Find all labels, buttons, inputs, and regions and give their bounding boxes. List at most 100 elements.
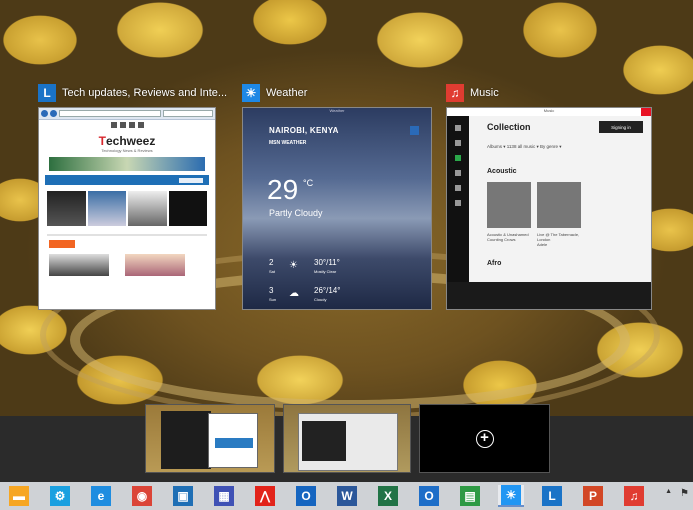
photo-app-icon: ▣ [173, 486, 193, 506]
chrome-icon: ◉ [132, 486, 152, 506]
browser-toolbar [39, 108, 215, 120]
search-icon [410, 126, 419, 135]
weather-city: NAIROBI, KENYA [269, 126, 339, 135]
window-title: Music [470, 87, 499, 99]
music-player-bar [447, 282, 651, 309]
taskbar-item-store[interactable]: ▤ [457, 485, 483, 507]
app-titlebar: Weather [329, 108, 345, 113]
collection-icon [455, 155, 461, 161]
window-title: Tech updates, Reviews and Inte... [62, 87, 228, 99]
show-hidden-icons-chevron-icon[interactable]: ▲ [665, 488, 672, 499]
browser-pin-icon: L [38, 84, 56, 102]
app-titlebar: Music [447, 108, 651, 116]
site-nav-bar [45, 175, 209, 185]
desktop-window-preview [161, 411, 211, 469]
outlook-icon: O [296, 486, 316, 506]
taskbar-item-word[interactable]: W [334, 485, 360, 507]
taskbar-item-internet-explorer[interactable]: e [88, 485, 114, 507]
task-view-window-browser[interactable]: L Tech updates, Reviews and Inte... Tech… [38, 82, 227, 310]
weather-temperature: 29 [267, 174, 299, 205]
window-thumbnail[interactable]: Weather NAIROBI, KENYA MSN WEATHER 29 °C… [242, 107, 432, 310]
taskbar-item-browser-pin[interactable]: L [539, 485, 565, 507]
desktop-thumbnail-2[interactable] [283, 404, 411, 473]
album-caption: Acoustic & Unashamed Counting Crows [487, 232, 529, 242]
collection-heading: Collection [487, 122, 531, 132]
article-tile [168, 191, 207, 226]
taskbar-item-chrome[interactable]: ◉ [129, 485, 155, 507]
back-icon [41, 110, 48, 117]
music-filters: Albums ▾ 1138 all music ▾ By genre ▾ [487, 144, 562, 149]
radio-icon [455, 170, 461, 176]
facebook-icon [119, 122, 126, 128]
taskbar-item-calculator[interactable]: ▦ [211, 485, 237, 507]
taskbar-item-excel[interactable]: X [375, 485, 401, 507]
file-explorer-icon: ▬ [9, 486, 29, 506]
article-tile [47, 191, 86, 226]
task-view-window-music[interactable]: ♫ Music Music Collection Signing in Albu… [446, 82, 654, 310]
album-caption: Live @ The Tabernacle, London Adele [537, 232, 580, 247]
taskbar: ▬ ⚙ e ◉ ▣ ▦ ⋀ O W X O ▤ ☀ L P ♫ ▲ ⚑ [0, 482, 693, 510]
desktop-window-preview [208, 413, 258, 468]
headphones-icon: ♫ [446, 84, 464, 102]
twitter-icon [110, 122, 117, 128]
weather-icon: ☀ [501, 485, 521, 505]
site-article-tiles [47, 191, 207, 226]
album-tile [537, 182, 581, 228]
add-desktop-button[interactable]: + [419, 404, 550, 473]
system-tray: ▲ ⚑ [665, 488, 689, 499]
section-label [49, 240, 75, 248]
site-bottom-tiles [49, 254, 205, 276]
taskbar-item-weather[interactable]: ☀ [498, 485, 524, 507]
address-bar [59, 110, 161, 117]
social-icons [39, 120, 215, 130]
window-header: ☀ Weather [242, 82, 307, 104]
genre-heading: Afro [487, 260, 502, 267]
taskbar-item-powerpoint[interactable]: P [580, 485, 606, 507]
settings-gear-icon: ⚙ [50, 486, 70, 506]
window-title: Weather [266, 87, 308, 99]
album-tile [487, 182, 531, 228]
desktop-thumbnail-1[interactable] [145, 404, 275, 473]
search-icon [455, 140, 461, 146]
calculator-icon: ▦ [214, 486, 234, 506]
taskbar-item-outlook[interactable]: O [293, 485, 319, 507]
menu-icon [455, 125, 461, 131]
article-tile [87, 191, 126, 226]
article-tile [125, 254, 185, 276]
browser-pin-icon: L [542, 486, 562, 506]
weather-sun-icon: ☀ [242, 84, 260, 102]
taskbar-item-pdf-reader[interactable]: ⋀ [252, 485, 278, 507]
now-playing-icon [455, 200, 461, 206]
genre-heading: Acoustic [487, 168, 517, 175]
divider [47, 234, 207, 236]
music-headphones-icon: ♫ [624, 486, 644, 506]
sun-icon: ☀ [289, 260, 298, 271]
outlook-2-icon: O [419, 486, 439, 506]
taskbar-item-music-headphones[interactable]: ♫ [621, 485, 647, 507]
browser-tab [163, 110, 213, 117]
weather-unit: °C [303, 178, 314, 188]
internet-explorer-icon: e [91, 486, 111, 506]
site-search-box [179, 177, 203, 183]
window-header: ♫ Music [446, 82, 499, 104]
sign-in-button: Signing in [599, 121, 643, 133]
taskbar-item-outlook-2[interactable]: O [416, 485, 442, 507]
taskbar-item-settings-gear[interactable]: ⚙ [47, 485, 73, 507]
action-center-flag-icon[interactable]: ⚑ [680, 488, 689, 499]
article-tile [49, 254, 109, 276]
add-icon: + [475, 429, 494, 448]
window-thumbnail[interactable]: Techweez Technology News & Reviews [38, 107, 216, 310]
weather-source: MSN WEATHER [269, 140, 307, 146]
pdf-reader-icon: ⋀ [255, 486, 275, 506]
word-icon: W [337, 486, 357, 506]
music-sidebar [447, 116, 469, 284]
task-view-window-weather[interactable]: ☀ Weather Weather NAIROBI, KENYA MSN WEA… [242, 82, 432, 310]
site-ad-banner [49, 157, 205, 171]
rss-icon [137, 122, 144, 128]
forward-icon [50, 110, 57, 117]
taskbar-item-photo-app[interactable]: ▣ [170, 485, 196, 507]
desktop-window-preview [302, 421, 346, 461]
store-icon: ▤ [460, 486, 480, 506]
taskbar-item-file-explorer[interactable]: ▬ [6, 485, 32, 507]
window-thumbnail[interactable]: Music Collection Signing in Albums ▾ 113… [446, 107, 652, 310]
